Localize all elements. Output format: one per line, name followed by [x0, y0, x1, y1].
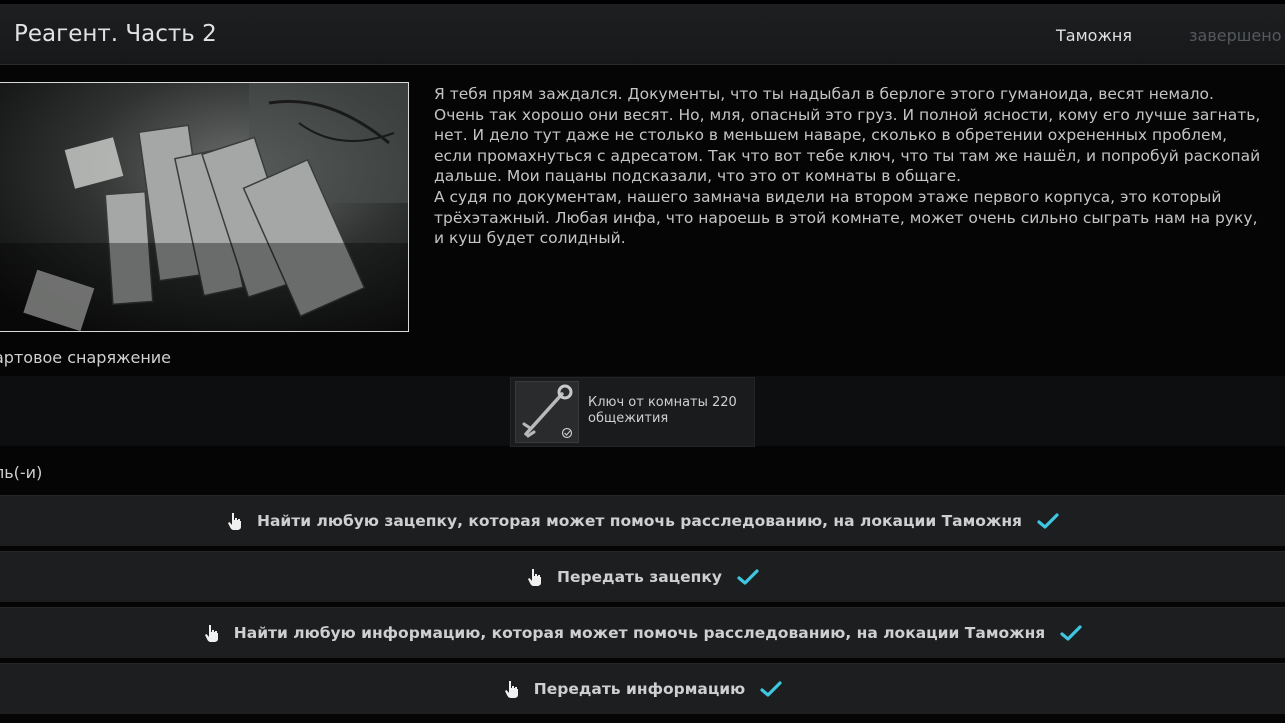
quest-status: завершено	[1189, 26, 1282, 45]
objectives-label: ль(-и)	[0, 463, 43, 482]
checkmark-icon	[760, 681, 782, 697]
found-in-raid-icon	[561, 427, 573, 439]
checkmark-icon	[1060, 625, 1082, 641]
pointer-hand-icon	[527, 569, 541, 586]
checkmark-icon	[737, 569, 759, 585]
quest-header: Реагент. Часть 2 Таможня завершено	[0, 4, 1285, 65]
objective-row[interactable]: Найти любую информацию, которая может по…	[0, 607, 1285, 658]
objective-text: Найти любую зацепку, которая может помоч…	[256, 512, 1023, 530]
starting-gear-label: артовое снаряжение	[0, 348, 172, 367]
objective-row[interactable]: Найти любую зацепку, которая может помоч…	[0, 495, 1285, 546]
checkmark-icon	[1037, 513, 1059, 529]
quest-location: Таможня	[1056, 26, 1132, 45]
objective-row[interactable]: Передать зацепку	[0, 551, 1285, 602]
quest-title: Реагент. Часть 2	[14, 21, 217, 47]
objective-text: Найти любую информацию, которая может по…	[233, 624, 1046, 642]
objective-text: Передать информацию	[533, 680, 746, 698]
quest-image	[0, 82, 409, 332]
pointer-hand-icon	[204, 625, 218, 642]
objective-text: Передать зацепку	[556, 568, 723, 586]
objective-row[interactable]: Передать информацию	[0, 663, 1285, 714]
pointer-hand-icon	[227, 513, 241, 530]
gear-item-name: Ключ от комнаты 220 общежития	[588, 395, 737, 426]
quest-description: Я тебя прям заждался. Документы, что ты …	[434, 85, 1261, 248]
pointer-hand-icon	[504, 681, 518, 698]
